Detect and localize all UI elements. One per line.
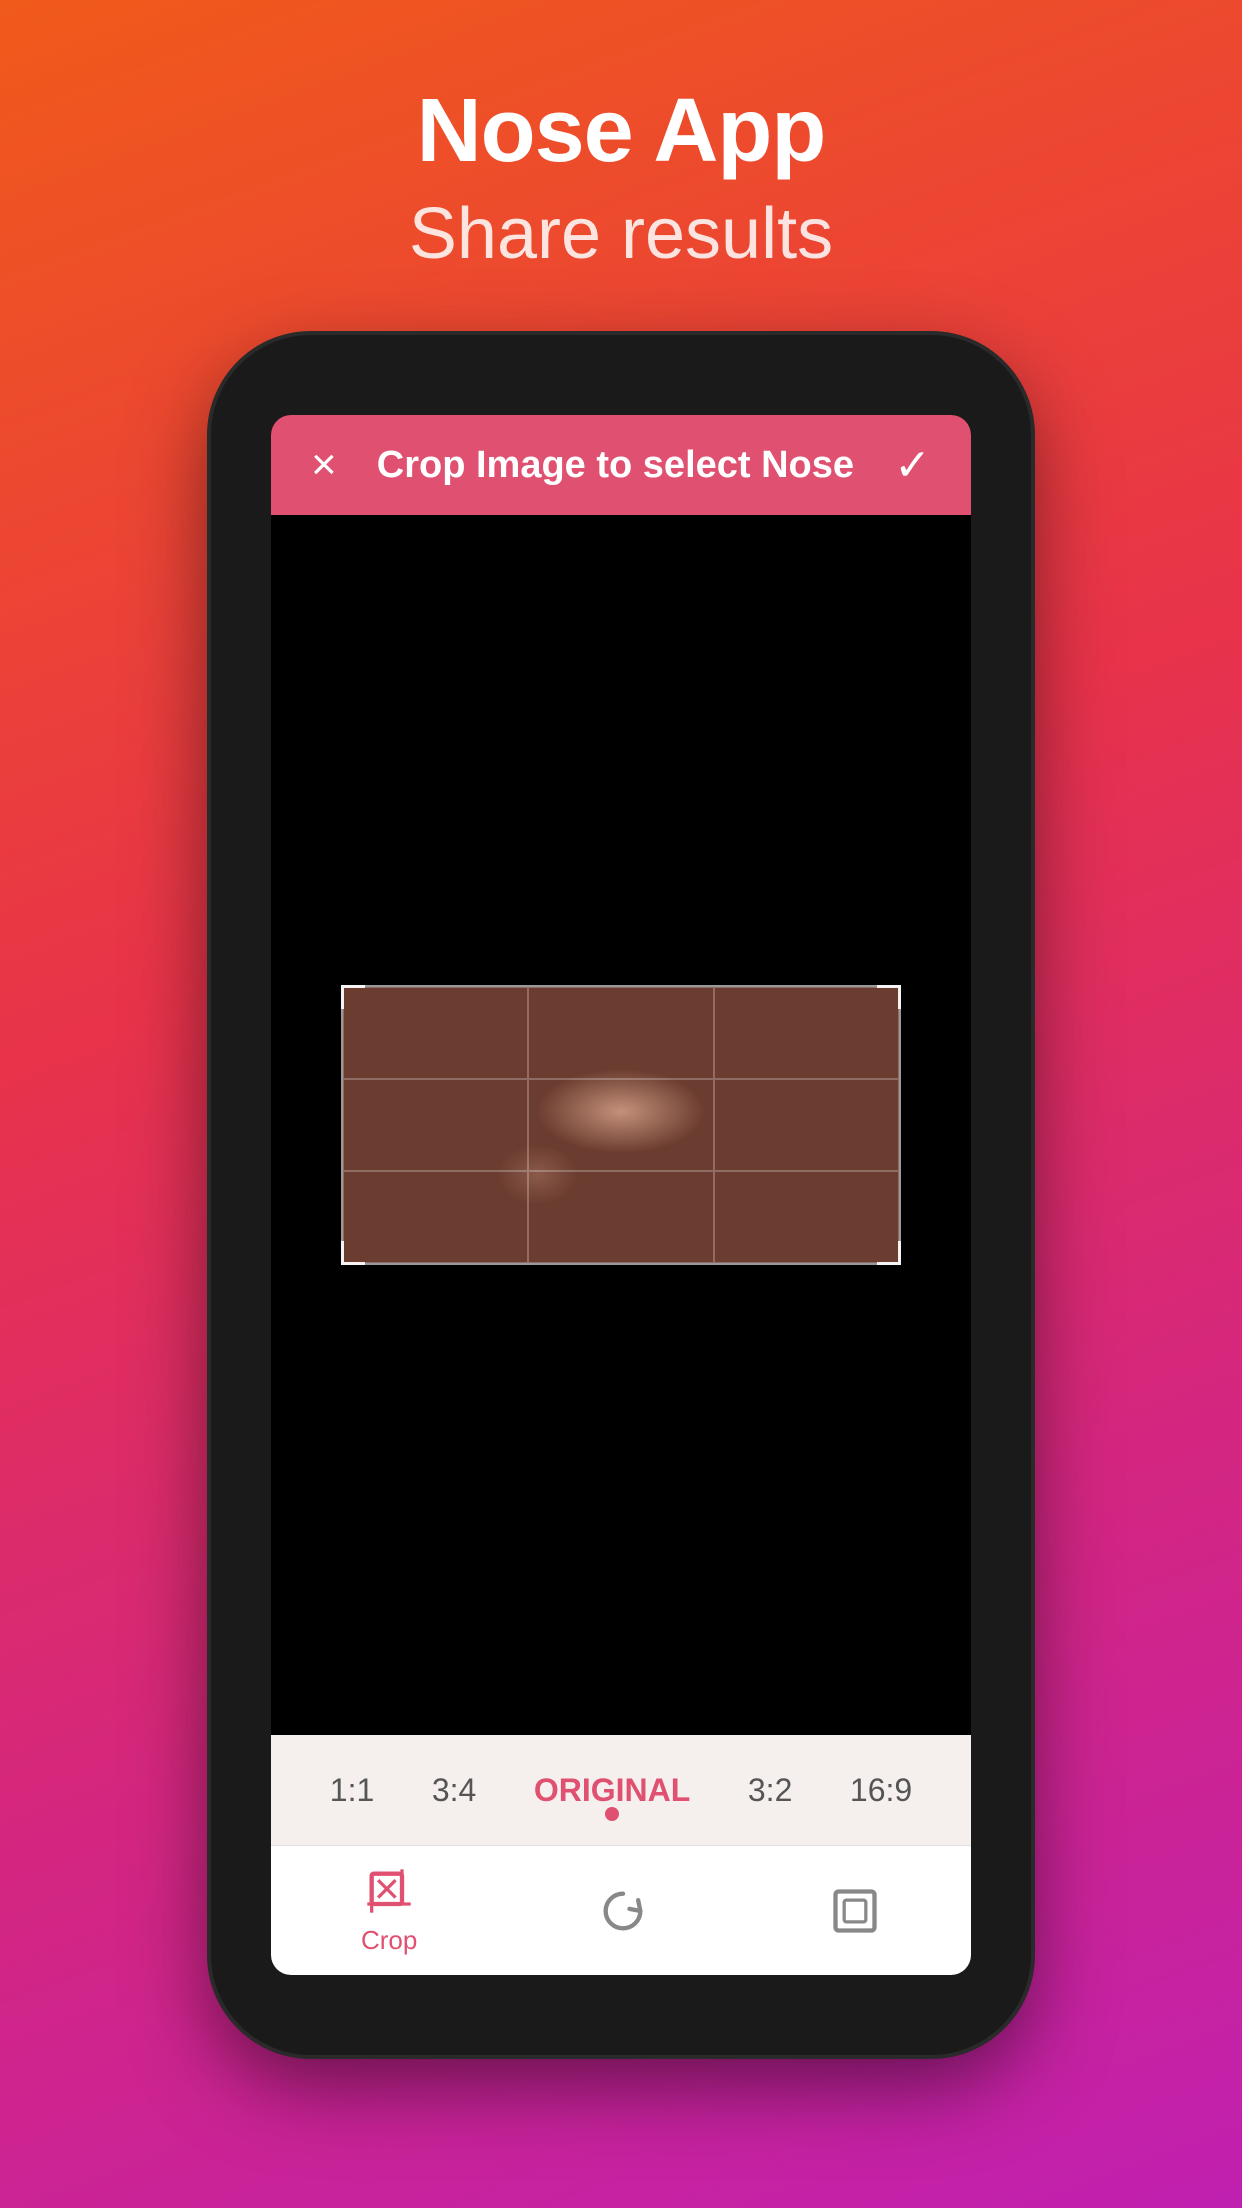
close-icon[interactable]: ×	[311, 440, 337, 490]
ratio-3-2[interactable]: 3:2	[732, 1762, 808, 1819]
crop-handle-topleft[interactable]	[341, 985, 365, 1009]
grid-cell	[343, 987, 528, 1079]
expand-tool-icon	[829, 1885, 881, 1937]
grid-cell	[714, 987, 899, 1079]
phone-screen: × Crop Image to select Nose ✓	[271, 415, 971, 1975]
crop-box[interactable]	[341, 985, 901, 1265]
phone-frame: × Crop Image to select Nose ✓	[211, 335, 1031, 2055]
grid-cell	[714, 1079, 899, 1171]
crop-title: Crop Image to select Nose	[377, 444, 854, 487]
ratio-16-9[interactable]: 16:9	[834, 1762, 928, 1819]
grid-cell	[714, 1171, 899, 1263]
grid-cell	[343, 1079, 528, 1171]
app-header: Nose App Share results	[0, 0, 1242, 335]
grid-cell	[528, 987, 713, 1079]
grid-cell	[343, 1171, 528, 1263]
grid-cell	[528, 1171, 713, 1263]
grid-overlay	[343, 987, 899, 1263]
crop-handle-bottomleft[interactable]	[341, 1241, 365, 1265]
grid-cell	[528, 1079, 713, 1171]
ratio-bar: 1:1 3:4 ORIGINAL 3:2 16:9	[271, 1735, 971, 1845]
ratio-active-dot	[605, 1807, 619, 1821]
crop-header-bar: × Crop Image to select Nose ✓	[271, 415, 971, 515]
app-subtitle: Share results	[409, 193, 833, 275]
crop-tool-icon	[363, 1865, 415, 1917]
crop-handle-topright[interactable]	[877, 985, 901, 1009]
toolbar-rotate-item[interactable]	[597, 1885, 649, 1937]
confirm-icon[interactable]: ✓	[894, 440, 931, 491]
rotate-tool-icon	[597, 1885, 649, 1937]
toolbar-expand-item[interactable]	[829, 1885, 881, 1937]
ratio-original[interactable]: ORIGINAL	[518, 1762, 706, 1819]
ratio-3-4[interactable]: 3:4	[416, 1762, 492, 1819]
image-canvas[interactable]	[271, 515, 971, 1735]
app-title: Nose App	[417, 80, 826, 183]
ratio-1-1[interactable]: 1:1	[314, 1762, 390, 1819]
bottom-toolbar: Crop	[271, 1845, 971, 1975]
toolbar-crop-item[interactable]: Crop	[361, 1865, 417, 1956]
crop-label: Crop	[361, 1925, 417, 1956]
crop-handle-bottomright[interactable]	[877, 1241, 901, 1265]
